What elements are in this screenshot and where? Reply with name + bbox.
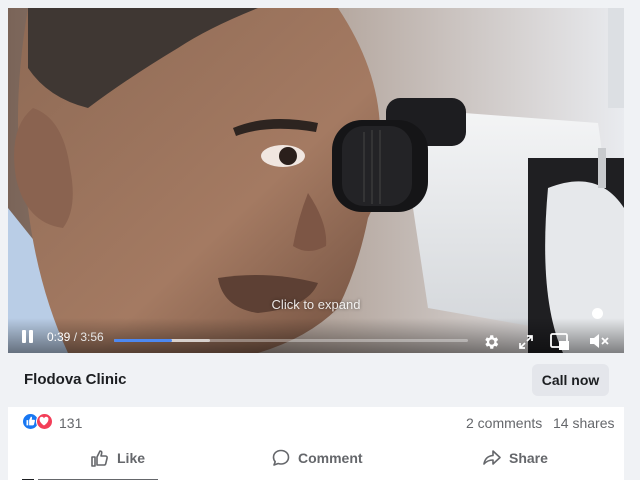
video-time: 0:39 / 3:56 xyxy=(47,330,104,344)
share-label: Share xyxy=(509,450,548,466)
mute-icon[interactable] xyxy=(588,332,610,350)
love-reaction-icon xyxy=(36,413,53,430)
played-progress xyxy=(114,339,173,342)
video-player[interactable]: Click to expand 0:39 / 3:56 xyxy=(8,8,624,353)
page-info-bar: Flodova Clinic Call now xyxy=(8,353,624,407)
comment-button[interactable]: Comment xyxy=(271,439,363,477)
page-background xyxy=(0,0,640,8)
thumbs-up-icon xyxy=(91,450,108,467)
comments-count-link[interactable]: 2 comments xyxy=(466,415,542,431)
page-background-right xyxy=(624,0,640,480)
share-icon xyxy=(483,450,501,465)
video-controls-bar: 0:39 / 3:56 xyxy=(8,318,624,353)
like-button[interactable]: Like xyxy=(90,439,145,477)
share-button[interactable]: Share xyxy=(482,439,548,477)
fullscreen-icon[interactable] xyxy=(518,334,534,350)
post-actions: Like Comment Share xyxy=(8,439,624,477)
like-label: Like xyxy=(117,450,146,466)
picture-in-picture-icon[interactable] xyxy=(550,333,570,351)
reaction-icons[interactable] xyxy=(22,413,56,431)
page-name-link[interactable]: Flodova Clinic xyxy=(24,371,127,388)
reaction-count[interactable]: 131 xyxy=(59,415,82,431)
post-card: Click to expand 0:39 / 3:56 Flodova Clin… xyxy=(8,8,624,480)
comment-label: Comment xyxy=(298,450,363,466)
duration: 3:56 xyxy=(80,330,104,344)
shares-count-link[interactable]: 14 shares xyxy=(553,415,614,431)
click-to-expand-hint[interactable]: Click to expand xyxy=(8,297,624,312)
comment-icon xyxy=(272,449,290,466)
pause-icon[interactable] xyxy=(22,330,34,343)
gear-icon[interactable] xyxy=(482,333,500,351)
reactions-summary: 131 2 comments 14 shares xyxy=(8,407,624,439)
video-progress-bar[interactable] xyxy=(114,339,468,342)
current-time: 0:39 xyxy=(47,330,71,344)
call-now-button[interactable]: Call now xyxy=(532,364,609,396)
